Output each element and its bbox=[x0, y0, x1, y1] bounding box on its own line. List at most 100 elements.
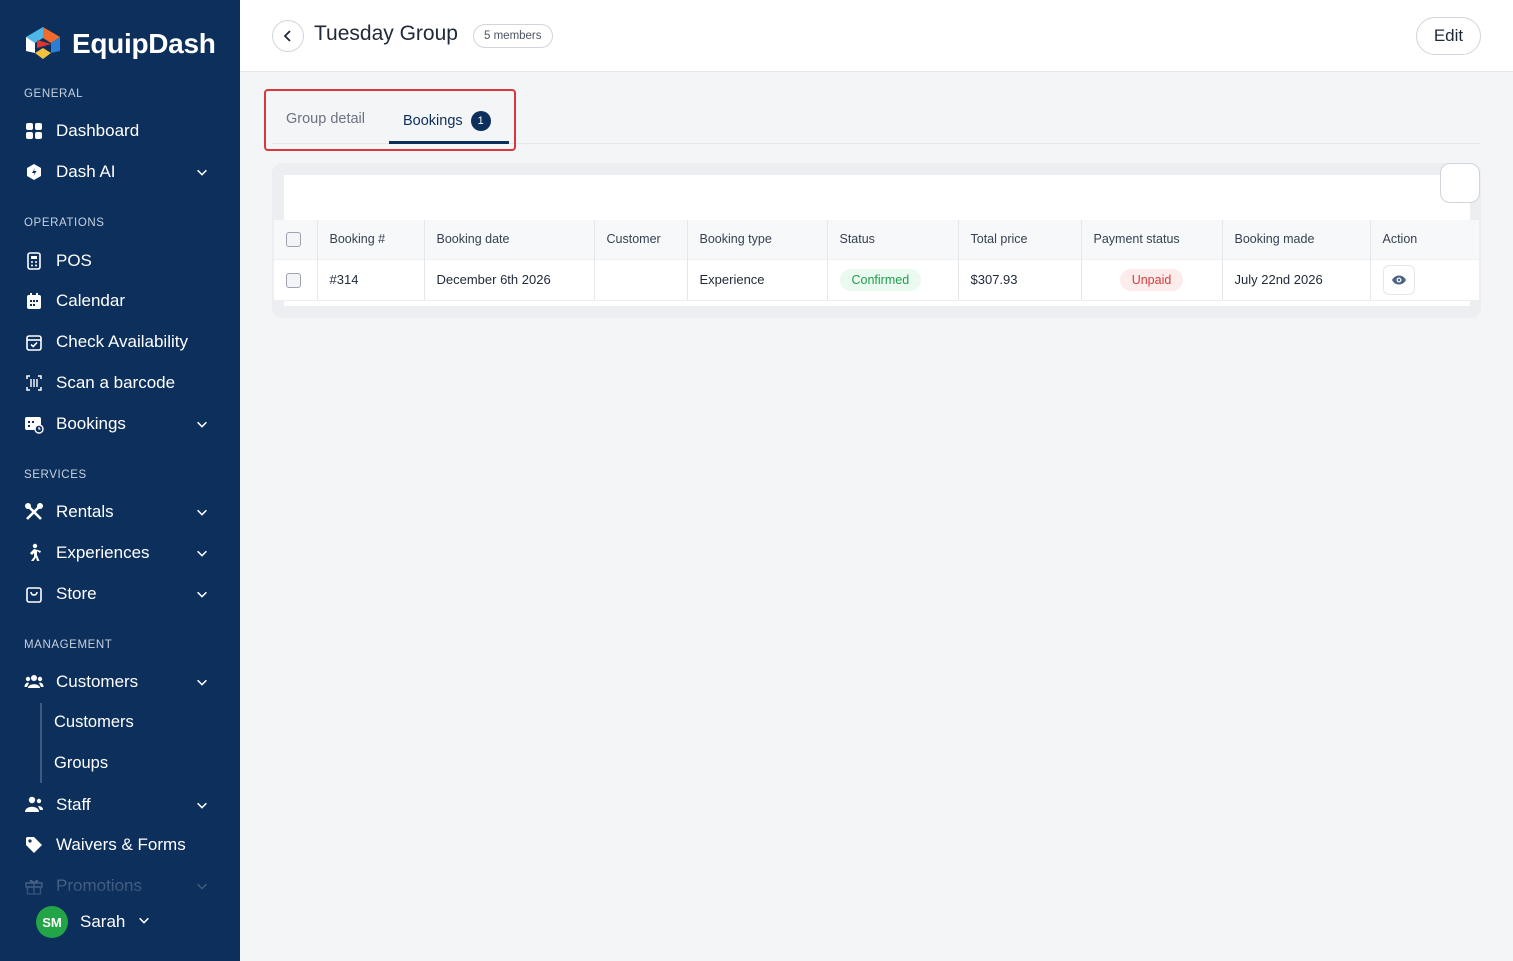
sidebar-item-label: Customers bbox=[56, 672, 139, 691]
sidebar-item-label: Promotions bbox=[56, 876, 142, 895]
staff-icon bbox=[24, 795, 44, 815]
column-header[interactable]: Status bbox=[827, 220, 959, 259]
equipdash-logo-icon bbox=[24, 26, 62, 62]
column-header[interactable]: Total price bbox=[958, 220, 1082, 259]
ai-shield-icon bbox=[24, 162, 44, 182]
tab-label: Bookings bbox=[403, 113, 463, 129]
table-row[interactable]: #314 December 6th 2026 Experience Confir… bbox=[274, 258, 1479, 300]
page-header: Tuesday Group 5 members Edit bbox=[240, 0, 1513, 72]
dashboard-icon bbox=[24, 121, 44, 141]
shopping-bag-icon bbox=[24, 584, 44, 604]
tab-bookings[interactable]: Bookings 1 bbox=[403, 111, 491, 131]
payment-status-cell: Unpaid bbox=[1081, 258, 1223, 300]
bookings-table: Booking # Booking date Customer Booking … bbox=[274, 220, 1479, 300]
sidebar-item-experiences[interactable]: Experiences bbox=[24, 536, 216, 570]
tab-label: Group detail bbox=[286, 111, 365, 127]
experiences-person-icon bbox=[24, 543, 44, 563]
edit-button[interactable]: Edit bbox=[1416, 17, 1481, 55]
customer bbox=[594, 258, 688, 300]
booking-made: July 22nd 2026 bbox=[1222, 258, 1371, 300]
calendar-icon bbox=[24, 291, 44, 311]
brand-name: EquipDash bbox=[72, 28, 216, 59]
chevron-down-icon bbox=[194, 416, 210, 432]
rentals-tools-icon bbox=[24, 502, 44, 522]
sidebar-item-label: Rentals bbox=[56, 502, 114, 521]
chevron-down-icon bbox=[194, 674, 210, 690]
sidebar-item-dashboard[interactable]: Dashboard bbox=[24, 114, 216, 148]
submenu-line bbox=[40, 703, 42, 783]
column-header[interactable]: Customer bbox=[594, 220, 688, 259]
sidebar-subitem-customers[interactable]: Customers bbox=[54, 713, 134, 732]
sidebar: EquipDash GENERAL Dashboard Dash AI OPER… bbox=[0, 0, 240, 961]
chevron-down-icon bbox=[137, 912, 151, 932]
active-tab-underline bbox=[389, 141, 509, 144]
sidebar-item-promotions[interactable]: Promotions bbox=[24, 869, 216, 903]
bookings-icon bbox=[24, 414, 44, 434]
sidebar-subitem-groups[interactable]: Groups bbox=[54, 754, 108, 773]
chevron-down-icon bbox=[194, 586, 210, 602]
user-name: Sarah bbox=[80, 912, 126, 931]
table-header-row: Booking # Booking date Customer Booking … bbox=[274, 220, 1479, 259]
sidebar-item-label: Calendar bbox=[56, 291, 125, 310]
sidebar-item-label: Dashboard bbox=[56, 121, 140, 140]
sidebar-item-label: Bookings bbox=[56, 414, 126, 433]
sidebar-item-calendar[interactable]: Calendar bbox=[24, 284, 216, 318]
sidebar-item-dash-ai[interactable]: Dash AI bbox=[24, 155, 216, 189]
status-cell: Confirmed bbox=[827, 258, 959, 300]
chevron-down-icon bbox=[194, 164, 210, 180]
sidebar-item-store[interactable]: Store bbox=[24, 577, 216, 611]
section-label-operations: OPERATIONS bbox=[24, 217, 105, 229]
tag-icon bbox=[24, 835, 44, 855]
pos-terminal-icon bbox=[24, 251, 44, 271]
column-header[interactable]: Booking date bbox=[424, 220, 595, 259]
section-label-management: MANAGEMENT bbox=[24, 639, 113, 651]
calendar-check-icon bbox=[24, 332, 44, 352]
back-button[interactable] bbox=[272, 20, 304, 52]
chevron-left-icon bbox=[283, 30, 291, 42]
sidebar-item-bookings[interactable]: Bookings bbox=[24, 407, 216, 441]
sidebar-item-staff[interactable]: Staff bbox=[24, 788, 216, 822]
booking-date: December 6th 2026 bbox=[424, 258, 595, 300]
sidebar-item-customers[interactable]: Customers bbox=[24, 665, 216, 699]
column-header[interactable]: Booking made bbox=[1222, 220, 1371, 259]
sidebar-item-rentals[interactable]: Rentals bbox=[24, 495, 216, 529]
chevron-down-icon bbox=[194, 797, 210, 813]
table-settings-button[interactable] bbox=[1440, 163, 1480, 203]
sidebar-item-waivers-forms[interactable]: Waivers & Forms bbox=[24, 828, 216, 862]
column-header[interactable]: Payment status bbox=[1081, 220, 1223, 259]
sidebar-item-label: Staff bbox=[56, 795, 91, 814]
sidebar-item-check-availability[interactable]: Check Availability bbox=[24, 325, 216, 359]
action-cell bbox=[1370, 258, 1479, 300]
section-label-services: SERVICES bbox=[24, 469, 87, 481]
row-select-cell bbox=[274, 258, 318, 300]
column-header[interactable]: Booking # bbox=[317, 220, 425, 259]
row-checkbox[interactable] bbox=[286, 272, 301, 288]
sidebar-item-label: POS bbox=[56, 251, 92, 270]
total-price: $307.93 bbox=[958, 258, 1082, 300]
tab-group-detail[interactable]: Group detail bbox=[286, 111, 365, 127]
select-all-cell bbox=[274, 220, 318, 259]
status-badge: Confirmed bbox=[839, 268, 922, 291]
eye-icon bbox=[1391, 275, 1406, 285]
booking-number[interactable]: #314 bbox=[317, 258, 425, 300]
payment-status-badge: Unpaid bbox=[1119, 268, 1184, 291]
view-booking-button[interactable] bbox=[1382, 264, 1415, 295]
column-header[interactable]: Booking type bbox=[687, 220, 828, 259]
user-menu[interactable]: SM Sarah bbox=[36, 906, 151, 938]
sidebar-item-scan-barcode[interactable]: Scan a barcode bbox=[24, 366, 216, 400]
sidebar-item-pos[interactable]: POS bbox=[24, 244, 216, 278]
sidebar-item-label: Scan a barcode bbox=[56, 373, 176, 392]
sidebar-item-label: Dash AI bbox=[56, 162, 116, 181]
page-title: Tuesday Group bbox=[314, 22, 458, 45]
chevron-down-icon bbox=[194, 504, 210, 520]
brand[interactable]: EquipDash bbox=[24, 26, 216, 62]
gift-icon bbox=[24, 876, 44, 896]
select-all-checkbox[interactable] bbox=[286, 231, 301, 247]
customers-group-icon bbox=[24, 672, 44, 692]
tab-count-badge: 1 bbox=[470, 111, 491, 131]
barcode-scan-icon bbox=[24, 373, 44, 393]
sidebar-item-label: Check Availability bbox=[56, 332, 188, 351]
booking-type: Experience bbox=[687, 258, 828, 300]
section-label-general: GENERAL bbox=[24, 88, 84, 100]
chevron-down-icon bbox=[194, 545, 210, 561]
